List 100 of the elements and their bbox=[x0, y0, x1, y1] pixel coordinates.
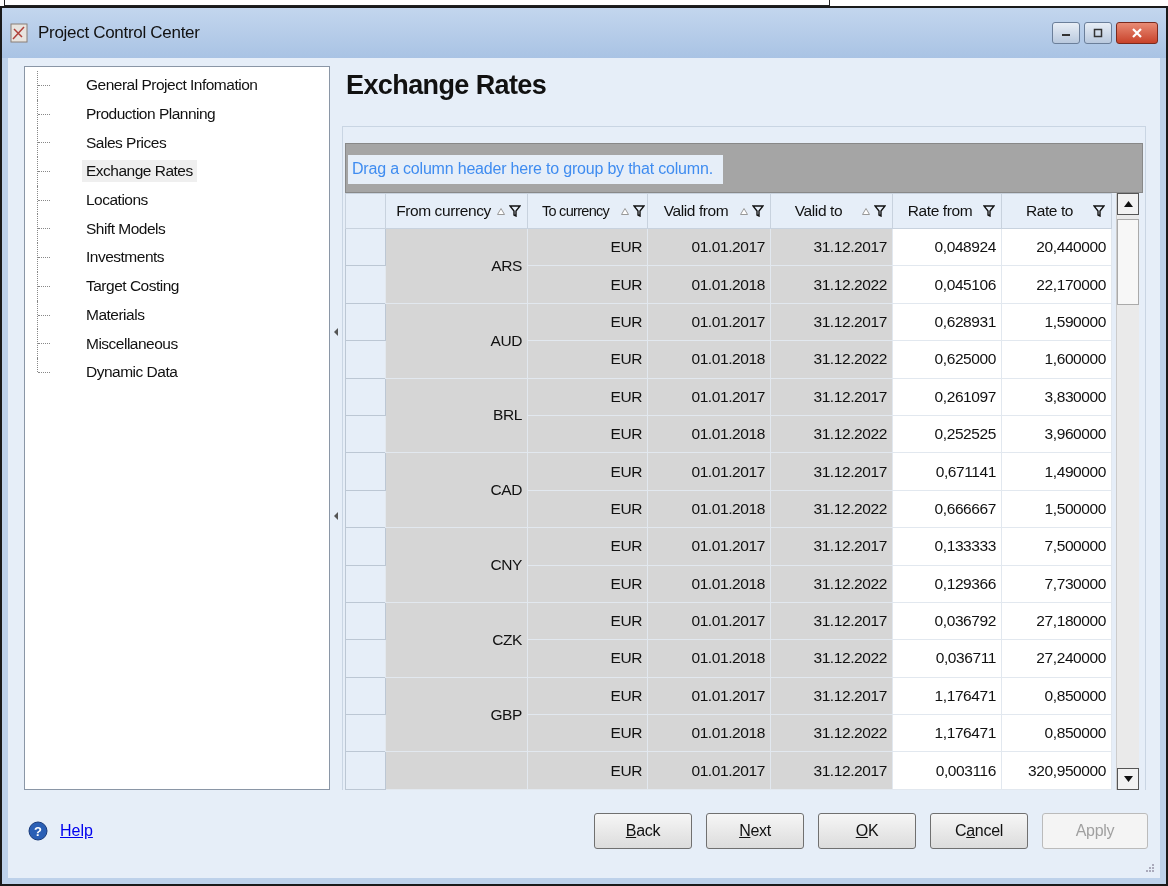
row-selector[interactable] bbox=[345, 490, 386, 528]
scroll-down-button[interactable] bbox=[1117, 768, 1139, 790]
table-cell: 01.01.2017 bbox=[647, 751, 771, 790]
table-cell: 1,176471 bbox=[892, 677, 1002, 715]
vertical-scrollbar[interactable] bbox=[1116, 193, 1139, 790]
help-link[interactable]: Help bbox=[60, 822, 93, 840]
tree-item[interactable]: Miscellaneous bbox=[82, 332, 182, 355]
table-cell: 3,960000 bbox=[1001, 415, 1112, 453]
window-title: Project Control Center bbox=[38, 23, 200, 43]
table-cell: 1,600000 bbox=[1001, 340, 1112, 379]
table-cell: 1,500000 bbox=[1001, 490, 1112, 528]
table-cell: 01.01.2017 bbox=[647, 303, 771, 341]
table-cell: 0,666667 bbox=[892, 490, 1002, 528]
tree-item[interactable]: Sales Prices bbox=[82, 131, 171, 154]
filter-icon[interactable] bbox=[752, 205, 764, 217]
table-cell: 01.01.2017 bbox=[647, 378, 771, 416]
table-cell: 0,045106 bbox=[892, 265, 1002, 304]
column-header[interactable]: To currency bbox=[527, 193, 648, 229]
table-cell: 0,850000 bbox=[1001, 677, 1112, 715]
table-cell: ARS bbox=[491, 256, 522, 274]
table-cell: 7,500000 bbox=[1001, 527, 1112, 565]
row-selector[interactable] bbox=[345, 265, 386, 304]
filter-icon[interactable] bbox=[983, 205, 995, 217]
table-cell: EUR bbox=[527, 265, 648, 304]
row-selector[interactable] bbox=[345, 415, 386, 453]
row-selector[interactable] bbox=[345, 228, 386, 266]
table-cell: 31.12.2017 bbox=[770, 751, 893, 790]
help-icon: ? bbox=[28, 821, 48, 841]
table-cell: 27,180000 bbox=[1001, 602, 1112, 640]
page-heading: Exchange Rates bbox=[345, 69, 548, 102]
table-cell: 01.01.2018 bbox=[647, 714, 771, 752]
table-cell: 0,252525 bbox=[892, 415, 1002, 453]
row-selector[interactable] bbox=[345, 527, 386, 565]
column-header[interactable]: From currency bbox=[385, 193, 528, 229]
table-cell: BRL bbox=[493, 406, 522, 424]
app-icon bbox=[10, 23, 28, 43]
row-selector[interactable] bbox=[345, 751, 386, 790]
tree-item[interactable]: Production Planning bbox=[82, 103, 220, 126]
table-cell: 320,950000 bbox=[1001, 751, 1112, 790]
table-cell: 01.01.2017 bbox=[647, 677, 771, 715]
table-cell: EUR bbox=[527, 452, 648, 491]
close-icon bbox=[1131, 28, 1143, 38]
row-selector[interactable] bbox=[345, 602, 386, 640]
table-cell: 7,730000 bbox=[1001, 565, 1112, 603]
tree-item[interactable]: Investments bbox=[82, 246, 169, 269]
tree-item[interactable]: Shift Models bbox=[82, 217, 170, 240]
filter-icon[interactable] bbox=[509, 205, 521, 217]
row-selector[interactable] bbox=[345, 714, 386, 752]
column-header[interactable]: Rate from bbox=[892, 193, 1002, 229]
table-cell: GBP bbox=[490, 705, 522, 723]
tree-item[interactable]: Dynamic Data bbox=[82, 361, 182, 384]
row-selector[interactable] bbox=[345, 677, 386, 715]
tree-item[interactable]: Materials bbox=[82, 303, 149, 326]
collapse-arrow-icon bbox=[333, 512, 339, 520]
row-selector[interactable] bbox=[345, 378, 386, 416]
filter-icon[interactable] bbox=[633, 205, 645, 217]
filter-icon[interactable] bbox=[874, 205, 886, 217]
dialog-button[interactable]: Cancel bbox=[930, 813, 1028, 849]
table-cell: 01.01.2018 bbox=[647, 340, 771, 379]
table-cell: 01.01.2018 bbox=[647, 490, 771, 528]
dialog-button[interactable]: OK bbox=[818, 813, 916, 849]
table-cell: EUR bbox=[527, 639, 648, 678]
row-selector[interactable] bbox=[345, 452, 386, 491]
table-cell: 31.12.2017 bbox=[770, 378, 893, 416]
table-cell: EUR bbox=[527, 378, 648, 416]
table-cell: 31.12.2022 bbox=[770, 714, 893, 752]
tree-item[interactable]: Exchange Rates bbox=[82, 160, 197, 183]
scroll-thumb[interactable] bbox=[1117, 219, 1139, 305]
collapse-arrow-icon bbox=[333, 328, 339, 336]
column-header[interactable]: Valid from bbox=[647, 193, 771, 229]
close-button[interactable] bbox=[1116, 22, 1158, 44]
tree-item[interactable]: General Project Infomation bbox=[82, 74, 262, 97]
table-cell: 3,830000 bbox=[1001, 378, 1112, 416]
tree-item[interactable]: Target Costing bbox=[82, 275, 183, 298]
scroll-up-button[interactable] bbox=[1117, 193, 1139, 215]
row-selector[interactable] bbox=[345, 639, 386, 678]
row-selector[interactable] bbox=[345, 303, 386, 341]
column-header[interactable]: Rate to bbox=[1001, 193, 1112, 229]
maximize-button[interactable] bbox=[1084, 22, 1112, 44]
table-cell: 31.12.2017 bbox=[770, 303, 893, 341]
column-header[interactable]: Valid to bbox=[770, 193, 893, 229]
table-cell: 20,440000 bbox=[1001, 228, 1112, 266]
sort-icon bbox=[621, 207, 629, 215]
header-corner bbox=[345, 193, 386, 229]
tree-item[interactable]: Locations bbox=[82, 189, 152, 212]
table-cell: 31.12.2017 bbox=[770, 228, 893, 266]
table-cell: 0,261097 bbox=[892, 378, 1002, 416]
row-selector[interactable] bbox=[345, 340, 386, 379]
table-cell: 0,048924 bbox=[892, 228, 1002, 266]
dialog-button[interactable]: Back bbox=[594, 813, 692, 849]
sort-icon bbox=[862, 207, 870, 215]
minimize-button[interactable] bbox=[1052, 22, 1080, 44]
table-cell: 31.12.2022 bbox=[770, 265, 893, 304]
table-cell: 31.12.2017 bbox=[770, 602, 893, 640]
row-selector[interactable] bbox=[345, 565, 386, 603]
resize-grip-icon[interactable] bbox=[1144, 862, 1154, 872]
dialog-button[interactable]: Next bbox=[706, 813, 804, 849]
table-cell: EUR bbox=[527, 415, 648, 453]
table-cell: CNY bbox=[490, 556, 522, 573]
filter-icon[interactable] bbox=[1093, 205, 1105, 217]
